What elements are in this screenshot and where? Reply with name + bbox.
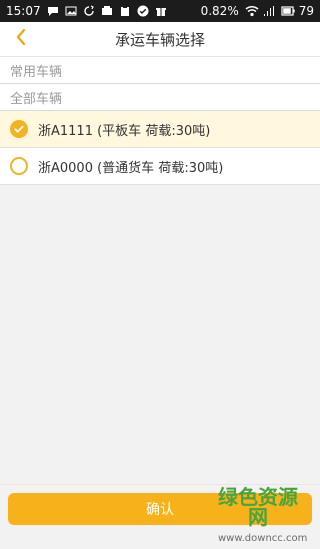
empty-area	[0, 188, 320, 485]
status-bar: 15:07 0.82% 79	[0, 0, 320, 22]
wifi-icon	[245, 5, 259, 17]
radio-checked-icon[interactable]	[10, 120, 28, 138]
vehicle-list: 浙A1111 (平板车 荷载:30吨) 浙A0000 (普通货车 荷载:30吨)	[0, 111, 320, 185]
vehicle-label: 浙A1111 (平板车 荷载:30吨)	[38, 123, 211, 139]
check-circle-icon	[137, 5, 149, 17]
section-all-vehicles: 全部车辆	[0, 84, 320, 111]
watermark-url: www.downcc.com	[218, 533, 308, 544]
message-icon	[47, 5, 59, 17]
chevron-left-icon	[14, 28, 28, 50]
section-common-vehicles: 常用车辆	[0, 57, 320, 84]
gift-icon	[155, 5, 167, 17]
watermark-title: 绿色资源网	[218, 485, 298, 529]
app-icon	[101, 5, 113, 17]
app-header: 承运车辆选择	[0, 22, 320, 57]
signal-icon	[263, 5, 275, 17]
radio-unchecked-icon[interactable]	[10, 157, 28, 175]
vehicle-row-1[interactable]: 浙A1111 (平板车 荷载:30吨)	[0, 111, 320, 148]
image-icon	[65, 5, 77, 17]
battery-icon	[281, 5, 295, 17]
page-title: 承运车辆选择	[114, 30, 205, 49]
watermark-logo: 绿色资源网 www.downcc.com	[218, 487, 307, 544]
status-percent: 0.82%	[200, 4, 239, 18]
sync-icon	[83, 5, 95, 17]
status-time: 15:07	[6, 4, 41, 18]
vehicle-label: 浙A0000 (普通货车 荷载:30吨)	[38, 160, 224, 176]
clipboard-icon	[119, 5, 131, 17]
battery-level: 79	[298, 4, 314, 18]
back-button[interactable]	[8, 25, 34, 53]
vehicle-row-2[interactable]: 浙A0000 (普通货车 荷载:30吨)	[0, 148, 320, 185]
